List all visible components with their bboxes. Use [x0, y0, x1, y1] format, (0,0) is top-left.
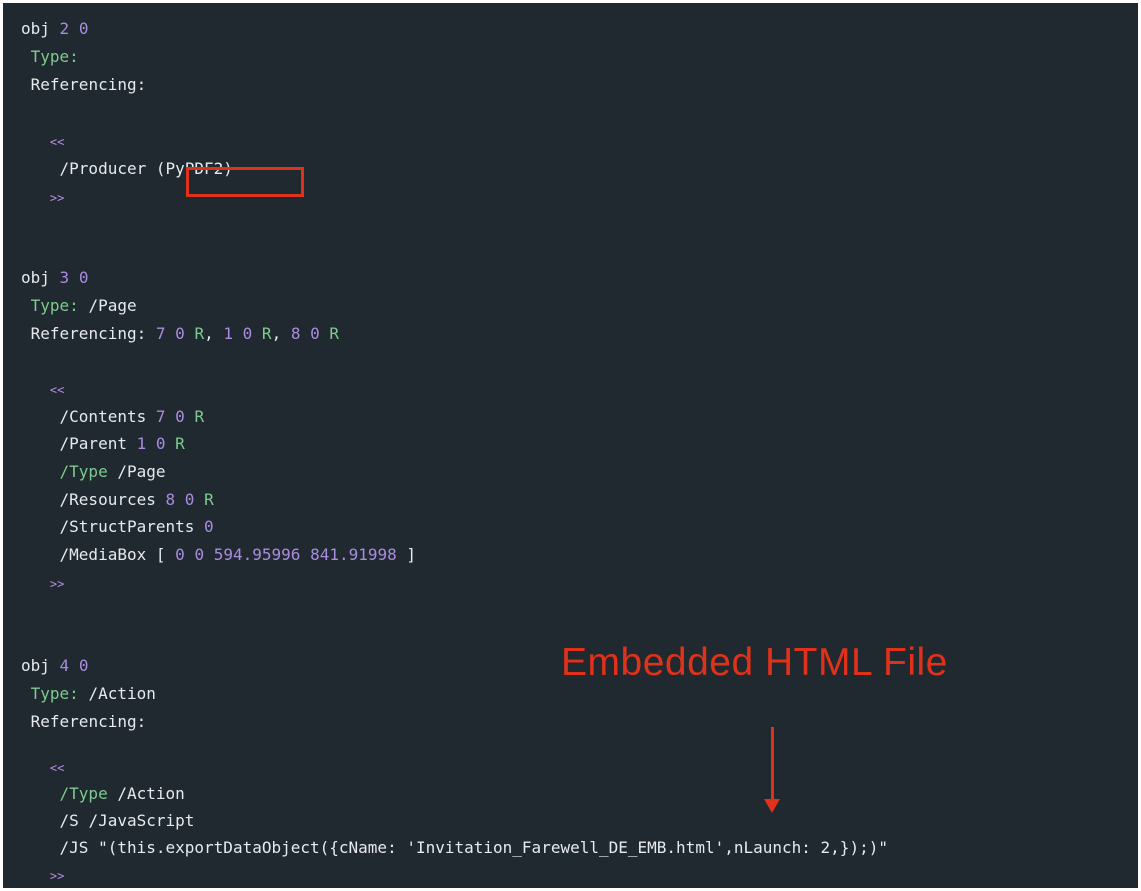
obj-3-contents: /Contents 7 0 R [59, 407, 205, 426]
obj-3-type: Type: /Page [30, 296, 137, 315]
embedded-html-annotation: Embedded HTML File [561, 641, 948, 684]
arrow-down-icon [764, 799, 780, 813]
producer-highlight-box [186, 167, 304, 197]
obj-3-dict-close: >> [49, 577, 65, 591]
obj-4-js-entry: /JS "(this.exportDataObject({cName: 'Inv… [59, 838, 888, 857]
obj-2-type: Type: [30, 47, 79, 66]
obj-3-resources: /Resources 8 0 R [59, 490, 214, 509]
obj-3-referencing: Referencing: 7 0 R, 1 0 R, 8 0 R [30, 324, 340, 343]
obj-4-dict-close: >> [49, 869, 65, 883]
obj-3-structparents: /StructParents 0 [59, 517, 214, 536]
obj-2-referencing: Referencing: [30, 75, 147, 94]
obj-4-s-entry: /S /JavaScript [59, 811, 195, 830]
obj-2-dict-close: >> [49, 191, 65, 205]
obj-4-referencing: Referencing: [30, 712, 147, 731]
obj-2-header: obj 2 0 [21, 19, 89, 38]
obj-4-header: obj 4 0 [21, 656, 89, 675]
obj-3-dict-open: << [49, 383, 65, 397]
obj-3-mediabox: /MediaBox [ 0 0 594.95996 841.91998 ] [59, 545, 417, 564]
annotation-arrow-shaft [771, 727, 774, 803]
obj-2-dict-open: << [49, 135, 65, 149]
obj-3-header: obj 3 0 [21, 268, 89, 287]
obj-4-dict-open: << [49, 761, 65, 775]
obj-3-type-entry: /Type /Page [59, 462, 166, 481]
obj-3-parent: /Parent 1 0 R [59, 434, 185, 453]
terminal-output: obj 2 0 Type: Referencing: << /Producer … [3, 3, 1138, 888]
obj-4-type: Type: /Action [30, 684, 156, 703]
obj-4-type-entry: /Type /Action [59, 784, 185, 803]
